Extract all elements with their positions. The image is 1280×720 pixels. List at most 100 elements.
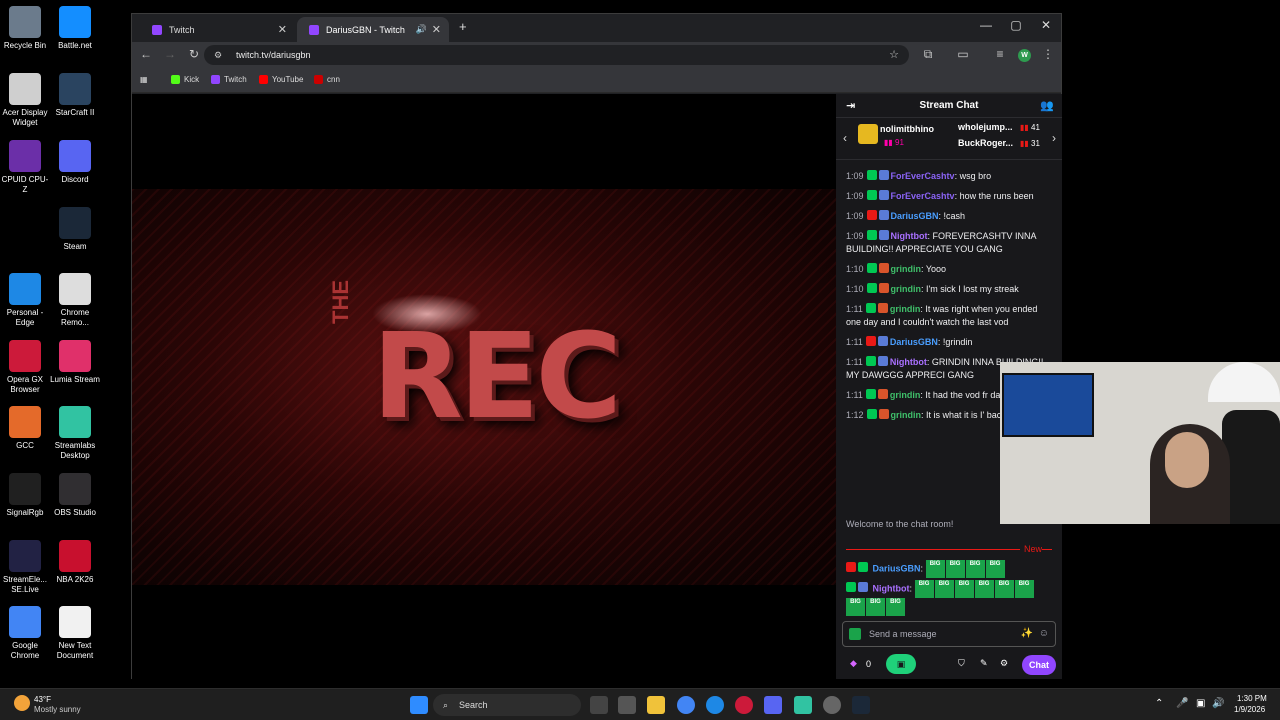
chat-username[interactable]: grindin — [890, 390, 921, 400]
big-w-emote[interactable]: BIG — [994, 580, 1014, 598]
mod-tools-icon[interactable]: ✎ — [980, 658, 988, 669]
collapse-chat-icon[interactable]: ⇥ — [846, 94, 855, 118]
minimize-icon[interactable]: — — [971, 18, 1001, 32]
close-tab-icon[interactable]: ✕ — [278, 23, 287, 36]
close-window-icon[interactable]: ✕ — [1031, 18, 1061, 32]
discord-taskbar-icon[interactable] — [764, 696, 782, 714]
chrome-taskbar-icon[interactable] — [677, 696, 695, 714]
community-icon[interactable]: 👥 — [1040, 94, 1054, 118]
big-w-emote[interactable]: BIG — [866, 598, 885, 616]
desktop-shortcut[interactable]: Acer Display Widget — [0, 73, 50, 128]
maximize-icon[interactable]: ▢ — [1001, 18, 1031, 32]
third-user[interactable]: BuckRoger... — [958, 138, 1013, 148]
big-w-emote[interactable]: BIG — [846, 598, 865, 616]
desktop-shortcut[interactable]: Recycle Bin — [0, 6, 50, 51]
apps-grid-icon[interactable]: ▦ — [140, 75, 148, 84]
chat-username[interactable]: grindin — [891, 264, 922, 274]
channel-points-icon[interactable]: ◆ — [850, 658, 857, 669]
chat-username[interactable]: Nightbot — [873, 583, 910, 593]
edge-taskbar-icon[interactable] — [706, 696, 724, 714]
chat-username[interactable]: Nightbot — [890, 357, 927, 367]
cast-icon[interactable]: ▭ — [955, 47, 971, 61]
big-w-emote[interactable]: BIG — [965, 560, 985, 578]
steam-taskbar-icon[interactable] — [852, 696, 870, 714]
menu-kebab-icon[interactable]: ⋮ — [1040, 47, 1056, 61]
chat-input[interactable]: Send a message ✨ ☺ — [842, 621, 1056, 647]
big-w-emote[interactable]: BIG — [925, 560, 945, 578]
bookmark-twitch[interactable]: Twitch — [211, 75, 247, 84]
address-bar[interactable]: ⚙ twitch.tv/dariusgbn ☆ — [204, 45, 909, 65]
effects-icon[interactable]: ✨ — [1021, 622, 1033, 646]
emote-picker-icon[interactable]: ☺ — [1039, 622, 1049, 646]
bookmark-star-icon[interactable]: ☆ — [889, 45, 899, 65]
task-view-icon[interactable] — [590, 696, 608, 714]
network-icon[interactable]: ▣ — [1196, 698, 1205, 709]
microphone-icon[interactable]: 🎤 — [1176, 698, 1188, 709]
chat-send-button[interactable]: Chat — [1022, 655, 1056, 675]
close-tab-icon[interactable]: ✕ — [432, 23, 441, 36]
chat-username[interactable]: grindin — [890, 304, 921, 314]
desktop-shortcut[interactable]: NBA 2K26 — [50, 540, 100, 585]
back-icon[interactable]: ← — [138, 47, 154, 61]
desktop-shortcut[interactable]: Streamlabs Desktop — [50, 406, 100, 461]
desktop-shortcut[interactable]: Opera GX Browser — [0, 340, 50, 395]
tab-dariusgbn[interactable]: DariusGBN - Twitch 🔊 ✕ — [297, 17, 449, 42]
desktop-shortcut[interactable]: Google Chrome — [0, 606, 50, 661]
big-w-emote[interactable]: BIG — [1014, 580, 1034, 598]
start-icon[interactable] — [410, 696, 428, 714]
chat-username[interactable]: grindin — [891, 284, 922, 294]
settings-taskbar-icon[interactable] — [823, 696, 841, 714]
desktop-shortcut[interactable]: Steam — [50, 207, 100, 252]
chat-username[interactable]: Nightbot — [891, 231, 928, 241]
prediction-icon[interactable]: ▣ — [886, 654, 916, 674]
chat-username[interactable]: ForEverCashtv — [891, 191, 955, 201]
streamlabs-taskbar-icon[interactable] — [794, 696, 812, 714]
big-w-emote[interactable]: BIG — [886, 598, 905, 616]
second-user[interactable]: wholejump... — [958, 122, 1013, 132]
chat-username[interactable]: DariusGBN — [873, 563, 921, 573]
desktop-shortcut[interactable]: Lumia Stream — [50, 340, 100, 385]
desktop-shortcut[interactable]: StarCraft II — [50, 73, 100, 118]
profile-avatar[interactable]: W — [1018, 49, 1031, 62]
desktop-shortcut[interactable]: StreamEle... SE.Live — [0, 540, 50, 595]
tab-twitch[interactable]: Twitch ✕ — [140, 17, 295, 42]
video-player[interactable]: THE REC — [132, 94, 836, 679]
tray-expand-icon[interactable]: ⌃ — [1155, 698, 1163, 709]
settings-gear-icon[interactable]: ⚙ — [1000, 658, 1008, 669]
clock-time[interactable]: 1:30 PM — [1237, 694, 1267, 703]
opera-taskbar-icon[interactable] — [735, 696, 753, 714]
big-w-emote[interactable]: BIG — [914, 580, 934, 598]
chat-username[interactable]: DariusGBN — [890, 337, 938, 347]
clock-date[interactable]: 1/9/2026 — [1234, 705, 1265, 714]
desktop-shortcut[interactable]: SignalRgb — [0, 473, 50, 518]
desktop-shortcut[interactable]: Discord — [50, 140, 100, 185]
desktop-shortcut[interactable]: CPUID CPU-Z — [0, 140, 50, 195]
desktop-shortcut[interactable]: Personal - Edge — [0, 273, 50, 328]
desktop-shortcut[interactable]: OBS Studio — [50, 473, 100, 518]
shield-icon[interactable]: ⛉ — [958, 658, 965, 669]
desktop-shortcut[interactable]: Chrome Remo... — [50, 273, 100, 328]
media-control-icon[interactable]: ≡ — [992, 47, 1008, 61]
extensions-icon[interactable]: ⧉ — [920, 47, 936, 62]
weather-icon[interactable] — [14, 695, 30, 711]
bookmark-cnn[interactable]: cnn — [314, 75, 340, 84]
chat-username[interactable]: grindin — [891, 410, 922, 420]
big-w-emote[interactable]: BIG — [985, 560, 1005, 578]
site-info-icon[interactable]: ⚙ — [214, 45, 222, 65]
big-w-emote[interactable]: BIG — [934, 580, 954, 598]
big-w-emote[interactable]: BIG — [974, 580, 994, 598]
widgets-icon[interactable] — [618, 696, 636, 714]
reload-icon[interactable]: ↻ — [186, 47, 202, 61]
desktop-shortcut[interactable]: New Text Document — [50, 606, 100, 661]
taskbar-search[interactable]: ⌕ Search — [433, 694, 581, 716]
big-w-emote[interactable]: BIG — [945, 560, 965, 578]
desktop-shortcut[interactable]: Battle.net — [50, 6, 100, 51]
bookmark-kick[interactable]: Kick — [171, 75, 199, 84]
prev-arrow-icon[interactable]: ‹ — [843, 131, 847, 145]
file-explorer-icon[interactable] — [647, 696, 665, 714]
desktop-shortcut[interactable]: GCC — [0, 406, 50, 451]
volume-icon[interactable]: 🔊 — [1212, 698, 1224, 709]
chat-username[interactable]: DariusGBN — [891, 211, 939, 221]
next-arrow-icon[interactable]: › — [1052, 131, 1056, 145]
new-tab-button[interactable]: + — [459, 19, 467, 34]
